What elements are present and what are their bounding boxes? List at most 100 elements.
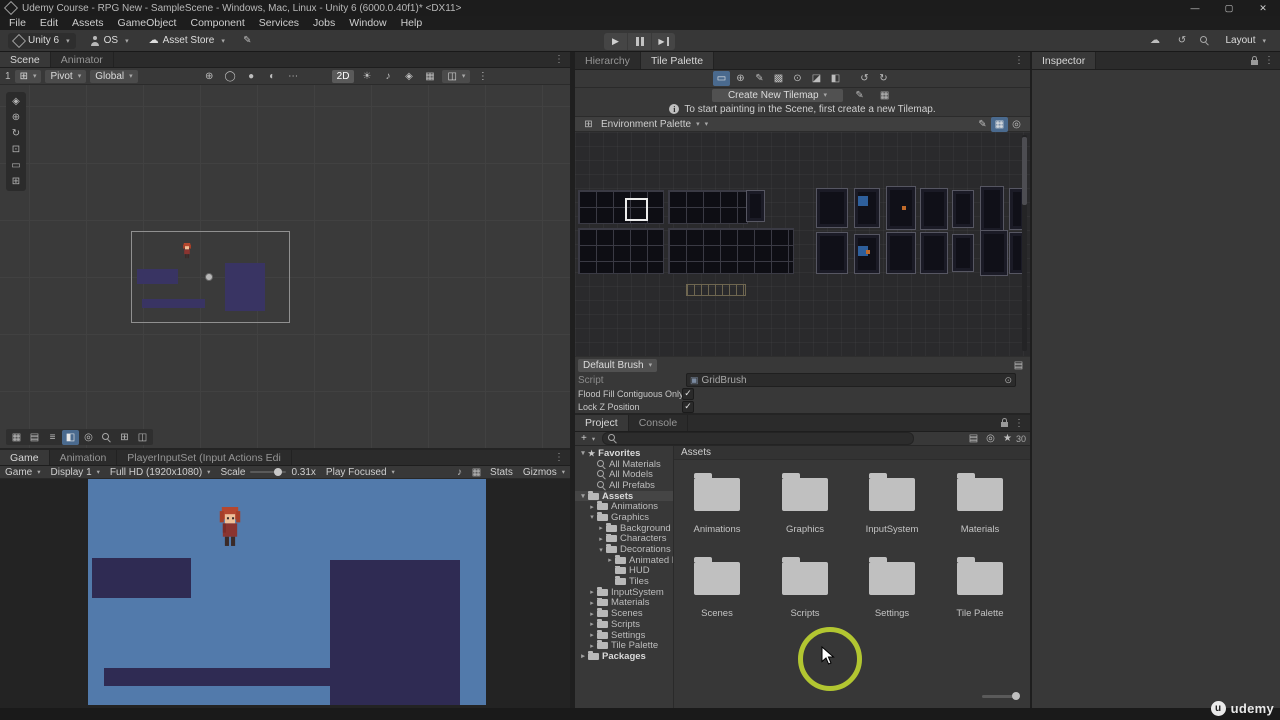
- tile-ladder[interactable]: [686, 284, 746, 296]
- tab-scene[interactable]: Scene: [0, 52, 51, 67]
- menu-services[interactable]: Services: [252, 16, 306, 30]
- thumbnail-size-handle[interactable]: [1012, 692, 1020, 700]
- favorite-icon[interactable]: ★: [999, 431, 1016, 446]
- scene-player-sprite[interactable]: [182, 243, 192, 259]
- split-icon[interactable]: ◫: [134, 430, 151, 445]
- menu-assets[interactable]: Assets: [65, 16, 111, 30]
- display-dropdown[interactable]: Display 1: [46, 467, 105, 478]
- tab-animator[interactable]: Animator: [50, 52, 114, 67]
- tile-cluster[interactable]: [668, 228, 794, 274]
- tree-item[interactable]: ▸ Animations: [575, 501, 673, 512]
- close-button[interactable]: ✕: [1246, 0, 1280, 16]
- grid-toggle-icon[interactable]: ▦: [991, 116, 1008, 132]
- flood-fill-checkbox[interactable]: ✓: [682, 387, 694, 400]
- asset-store-dropdown[interactable]: ☁ Asset Store: [143, 33, 231, 49]
- filter-icon[interactable]: ▤: [965, 431, 982, 446]
- tree-item[interactable]: ▸ Characters: [575, 533, 673, 544]
- play-button[interactable]: ▶: [604, 33, 628, 50]
- scene-platform[interactable]: [142, 299, 205, 308]
- asset-folder-graphics[interactable]: Graphics: [763, 472, 847, 535]
- menu-edit[interactable]: Edit: [33, 16, 65, 30]
- edit-icon[interactable]: ✎: [974, 117, 991, 132]
- more-icon[interactable]: ⋯: [285, 69, 302, 84]
- project-search-input[interactable]: [602, 432, 915, 445]
- view-tool-icon[interactable]: ◈: [6, 94, 26, 109]
- palette-grid-icon[interactable]: ▦: [876, 88, 893, 103]
- play-focused-dropdown[interactable]: Play Focused: [321, 467, 400, 478]
- tree-item[interactable]: ▸ Background: [575, 522, 673, 534]
- add-asset-button[interactable]: +: [579, 433, 597, 444]
- tile-cluster[interactable]: [578, 228, 664, 274]
- 2d-toggle[interactable]: 2D: [331, 69, 355, 83]
- rotate-left-icon[interactable]: ↺: [856, 71, 873, 86]
- lock-icon[interactable]: [1251, 55, 1258, 65]
- pivot-handle[interactable]: [205, 273, 213, 281]
- menu-component[interactable]: Component: [183, 16, 251, 30]
- scene-viewport[interactable]: ◈ ⊕ ↻ ⊡ ▭ ⊞ ▦ ▤ ≡ ◧ ◎ ⊞ ◫: [0, 85, 570, 448]
- palette-viewport[interactable]: [575, 132, 1030, 356]
- tab-hierarchy[interactable]: Hierarchy: [575, 52, 641, 69]
- palette-selector-dropdown[interactable]: Environment Palette ▾: [601, 118, 708, 131]
- tree-item[interactable]: All Materials: [575, 459, 673, 469]
- inspector-menu-icon[interactable]: ⋮: [1264, 55, 1274, 66]
- tree-item[interactable]: ▸ Scenes: [575, 608, 673, 619]
- tab-tile-palette[interactable]: Tile Palette: [640, 52, 715, 69]
- eraser-tool-icon[interactable]: ◪: [808, 71, 825, 86]
- tile[interactable]: [886, 232, 916, 274]
- gizmos-menu-icon[interactable]: ⋮: [474, 69, 491, 84]
- tile[interactable]: [920, 232, 948, 274]
- brush-settings-icon[interactable]: ▤: [1010, 358, 1027, 373]
- object-picker-icon[interactable]: ⊙: [1004, 375, 1012, 386]
- cloud-services-icon[interactable]: ☁: [1146, 33, 1163, 48]
- tab-inspector[interactable]: Inspector: [1032, 52, 1097, 69]
- menu-file[interactable]: File: [2, 16, 33, 30]
- asset-folder-materials[interactable]: Materials: [938, 472, 1022, 535]
- palette-scrollbar-thumb[interactable]: [1022, 137, 1027, 205]
- tab-input-actions[interactable]: PlayerInputSet (Input Actions Edi: [117, 450, 292, 465]
- zoom-icon[interactable]: [98, 430, 115, 445]
- tree-item[interactable]: All Models: [575, 469, 673, 480]
- brush-selector-dropdown[interactable]: Default Brush: [578, 358, 658, 372]
- tree-item[interactable]: ▸Animated E: [575, 554, 673, 566]
- tile[interactable]: [854, 188, 880, 228]
- eye-icon[interactable]: ◎: [982, 431, 999, 446]
- tile[interactable]: [746, 190, 765, 222]
- tile[interactable]: [920, 188, 948, 230]
- tree-item-packages[interactable]: ▸ Packages: [575, 651, 673, 662]
- tree-item[interactable]: All Prefabs: [575, 480, 673, 491]
- gizmos-dropdown[interactable]: Gizmos: [518, 467, 570, 478]
- tree-item-favorites[interactable]: ▾ ★ Favorites: [575, 448, 673, 459]
- asset-folder-settings[interactable]: Settings: [850, 556, 934, 619]
- tab-animation[interactable]: Animation: [49, 450, 118, 465]
- account-dropdown[interactable]: OS: [84, 33, 135, 49]
- unity-version-dropdown[interactable]: Unity 6: [8, 32, 76, 49]
- move-tool-icon[interactable]: ⊕: [6, 110, 26, 125]
- tile-cluster[interactable]: [668, 190, 748, 224]
- script-object-field[interactable]: ▣ GridBrush ⊙: [686, 373, 1016, 387]
- menu-window[interactable]: Window: [342, 16, 393, 30]
- rotate-right-icon[interactable]: ↻: [875, 71, 892, 86]
- tile[interactable]: [952, 234, 974, 272]
- edit-palette-icon[interactable]: ✎: [851, 88, 868, 103]
- vsync-icon[interactable]: ▦: [468, 465, 485, 480]
- thumbnail-size-slider[interactable]: [982, 692, 1020, 700]
- move-tile-tool-icon[interactable]: ⊕: [732, 71, 749, 86]
- rect-tool-icon[interactable]: ▭: [6, 158, 26, 173]
- tab-game[interactable]: Game: [0, 450, 50, 465]
- tree-item[interactable]: ▸ Settings: [575, 629, 673, 640]
- tile[interactable]: [816, 188, 848, 228]
- scene-visibility-icon[interactable]: ▦: [421, 69, 438, 84]
- menu-help[interactable]: Help: [394, 16, 430, 30]
- rotate-tool-icon[interactable]: ↻: [6, 126, 26, 141]
- menu-jobs[interactable]: Jobs: [306, 16, 342, 30]
- tile-cluster[interactable]: [578, 190, 664, 224]
- tree-item[interactable]: HUD: [575, 565, 673, 576]
- maximize-button[interactable]: ▢: [1212, 0, 1246, 16]
- tile[interactable]: [886, 186, 916, 230]
- tree-item[interactable]: ▸ InputSystem: [575, 586, 673, 598]
- menu-gameobject[interactable]: GameObject: [111, 16, 184, 30]
- game-panel-menu-icon[interactable]: ⋮: [548, 450, 570, 465]
- tree-item[interactable]: Tiles: [575, 576, 673, 587]
- scene-panel-menu-icon[interactable]: ⋮: [548, 52, 570, 67]
- scene-platform[interactable]: [225, 263, 265, 311]
